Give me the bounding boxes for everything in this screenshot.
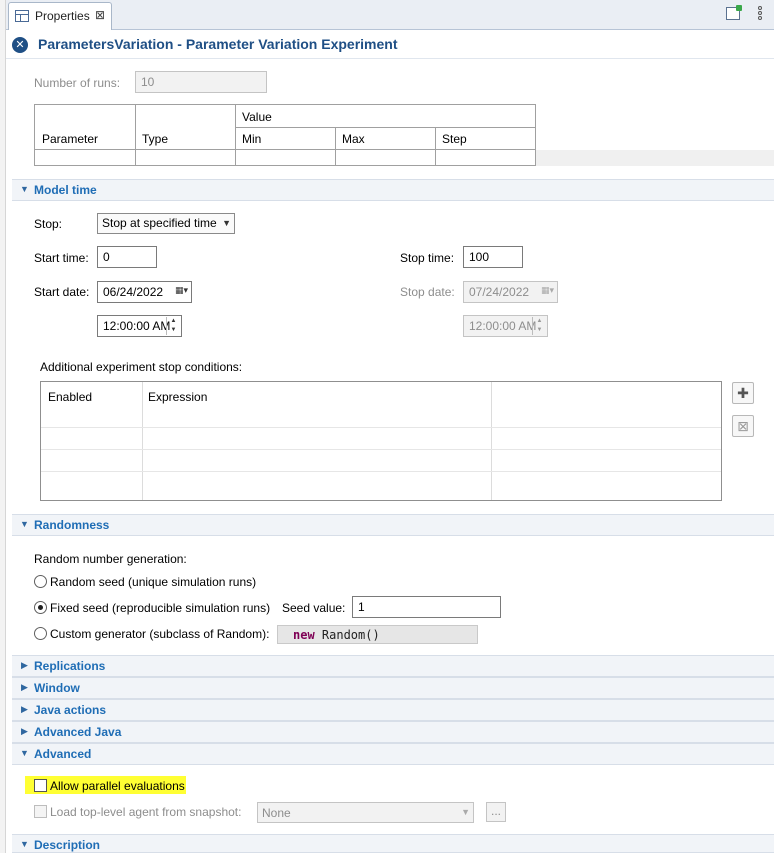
spinner-arrows-icon[interactable]: ▲ ▼ [166,317,180,335]
snapshot-value: None [262,806,291,820]
left-panel-edge [0,0,6,853]
stop-mode-value: Stop at specified time [102,216,217,230]
properties-view-icon [15,10,29,22]
stop-time-field[interactable]: 100 [463,246,523,268]
custom-generator-label[interactable]: Custom generator (subclass of Random): [50,627,269,641]
start-clock-spinner[interactable]: 12:00:00 AM ▲ ▼ [97,315,182,337]
section-title: Randomness [34,518,110,532]
add-condition-button[interactable]: ✚ [732,382,754,404]
pin-view-icon[interactable] [726,5,742,20]
stop-clock-value: 12:00:00 AM [469,319,537,333]
plus-icon: ✚ [737,385,749,401]
runs-field: 10 [135,71,267,93]
properties-tab[interactable]: Properties ⊠ [8,2,112,30]
stop-date-picker: 07/24/2022 ▦▾ [463,281,558,303]
allow-parallel-checkbox[interactable] [34,779,47,792]
expand-arrow-icon: ▼ [20,839,29,849]
collapse-arrow-icon: ▶ [21,726,28,736]
browse-button: ... [486,802,506,822]
runs-label: Number of runs: [34,76,121,90]
stop-conditions-label: Additional experiment stop conditions: [40,360,243,374]
page-title: ParametersVariation - Parameter Variatio… [38,36,398,52]
section-title: Model time [34,183,97,197]
radio-fixed-seed[interactable] [34,601,47,614]
start-date-picker[interactable]: 06/24/2022 ▦▾ [97,281,192,303]
section-model-time[interactable]: ▼ Model time [12,179,774,201]
section-description[interactable]: ▼ Description [12,834,774,853]
column-header-min[interactable]: Min [242,132,261,146]
remove-condition-button[interactable]: ⊠ [732,415,754,437]
column-header-parameter[interactable]: Parameter [42,132,98,146]
radio-custom-generator[interactable] [34,627,47,640]
expand-arrow-icon: ▼ [20,519,29,529]
start-date-label: Start date: [34,285,90,299]
section-title: Replications [34,659,106,673]
collapse-arrow-icon: ▶ [21,682,28,692]
column-header-enabled[interactable]: Enabled [48,390,92,404]
start-clock-value: 12:00:00 AM [103,319,171,333]
custom-generator-field: new Random() [277,625,478,644]
stop-mode-select[interactable]: Stop at specified time ▼ [97,213,235,234]
column-header-type[interactable]: Type [142,132,168,146]
section-title: Advanced Java [34,725,122,739]
stop-clock-spinner: 12:00:00 AM ▲ ▼ [463,315,548,337]
stop-label: Stop: [34,217,63,231]
radio-random-seed[interactable] [34,575,47,588]
collapse-arrow-icon: ▶ [21,660,28,670]
stop-date-value: 07/24/2022 [469,285,530,299]
start-date-value: 06/24/2022 [103,285,164,299]
section-title: Advanced [34,747,92,761]
start-time-field[interactable]: 0 [97,246,157,268]
calendar-icon: ▦▾ [540,285,554,295]
code-keyword: new [293,628,315,642]
column-header-max[interactable]: Max [342,132,365,146]
section-window[interactable]: ▶ Window [12,677,774,699]
stop-conditions-table[interactable]: Enabled Expression [40,381,722,501]
expand-arrow-icon: ▼ [20,184,29,194]
value-group-header: Value [242,110,272,124]
stop-date-label: Stop date: [400,285,455,299]
section-java-actions[interactable]: ▶ Java actions [12,699,774,721]
chevron-down-icon: ▼ [222,218,231,228]
section-title: Window [34,681,80,695]
chevron-down-icon: ▼ [461,807,470,817]
experiment-icon: ✕ [12,37,28,53]
section-replications[interactable]: ▶ Replications [12,655,774,677]
section-title: Description [34,838,101,852]
allow-parallel-label[interactable]: Allow parallel evaluations [50,779,185,793]
column-header-expression[interactable]: Expression [148,390,207,404]
delete-icon: ⊠ [737,418,749,434]
calendar-icon[interactable]: ▦▾ [175,285,188,296]
stop-time-label: Stop time: [400,251,455,265]
load-snapshot-label: Load top-level agent from snapshot: [50,805,242,819]
parameters-table[interactable]: Value Parameter Type Min Max Step [34,104,536,166]
section-title: Java actions [34,703,107,717]
view-tab-bar [6,0,774,30]
section-randomness[interactable]: ▼ Randomness [12,514,774,536]
start-time-label: Start time: [34,251,89,265]
tab-label: Properties [35,9,90,23]
close-icon[interactable]: ⊠ [95,8,105,22]
seed-value-field[interactable]: 1 [352,596,501,618]
rng-label: Random number generation: [34,552,187,566]
table-scroll-area [536,150,774,166]
fixed-seed-label[interactable]: Fixed seed (reproducible simulation runs… [50,601,270,615]
code-text: Random() [314,628,380,642]
section-advanced-java[interactable]: ▶ Advanced Java [12,721,774,743]
random-seed-label[interactable]: Random seed (unique simulation runs) [50,575,256,589]
view-menu-icon[interactable] [757,5,763,23]
seed-value-label: Seed value: [282,601,346,615]
load-snapshot-checkbox [34,805,47,818]
spinner-arrows-icon: ▲ ▼ [532,317,546,335]
section-advanced[interactable]: ▼ Advanced [12,743,774,765]
collapse-arrow-icon: ▶ [21,704,28,714]
expand-arrow-icon: ▼ [20,748,29,758]
column-header-step[interactable]: Step [442,132,467,146]
snapshot-select: None ▼ [257,802,474,823]
